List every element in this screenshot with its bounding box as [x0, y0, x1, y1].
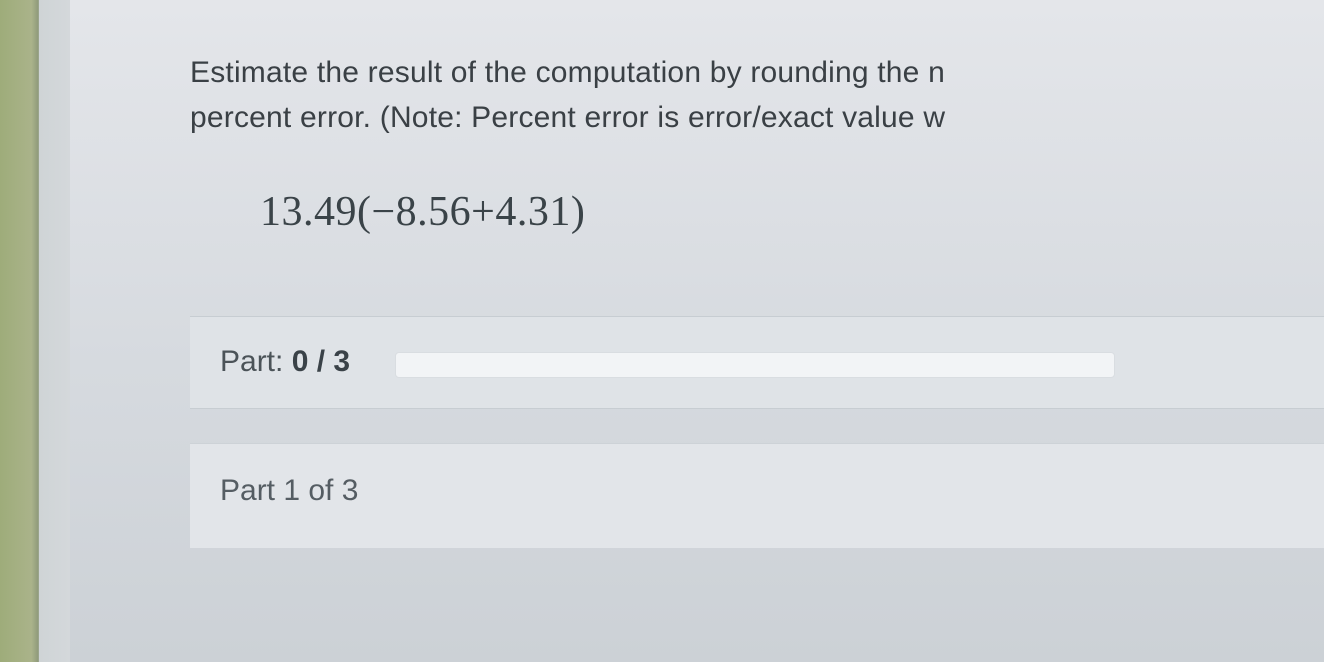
math-expression: 13.49(−8.56+4.31) [260, 188, 1324, 236]
question-content-area: Estimate the result of the computation b… [70, 0, 1324, 662]
progress-label: Part: 0 / 3 [220, 345, 350, 379]
progress-prefix: Part: [220, 345, 292, 378]
progress-sep: / [308, 345, 333, 378]
question-line-2: percent error. (Note: Percent error is e… [190, 95, 1324, 140]
question-line-1: Estimate the result of the computation b… [190, 50, 1324, 95]
page-root: Estimate the result of the computation b… [0, 0, 1324, 662]
question-prompt: Estimate the result of the computation b… [190, 50, 1324, 140]
progress-current: 0 [292, 345, 309, 378]
progress-bar [395, 352, 1115, 378]
progress-panel: Part: 0 / 3 [190, 316, 1324, 409]
left-margin-strip [0, 0, 70, 662]
progress-total: 3 [333, 345, 350, 378]
part-header: Part 1 of 3 [220, 474, 1294, 508]
part-panel: Part 1 of 3 [190, 443, 1324, 548]
